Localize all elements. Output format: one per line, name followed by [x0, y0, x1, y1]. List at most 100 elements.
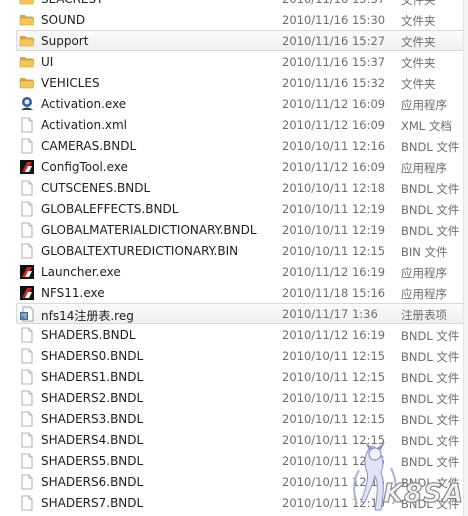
document-icon — [19, 138, 35, 154]
file-name: ConfigTool.exe — [41, 160, 128, 174]
file-modified-date: 2010/10/11 12:15 — [282, 349, 386, 363]
file-row[interactable]: Activation.exe 2010/11/12 16:09 应用程序 — [16, 93, 466, 114]
file-modified-date: 2010/10/11 12:19 — [282, 202, 386, 216]
file-row[interactable]: GLOBALTEXTUREDICTIONARY.BIN 2010/10/11 12… — [16, 240, 466, 261]
file-name: SHADERS.BNDL — [41, 328, 136, 342]
folder-icon — [19, 54, 35, 70]
file-name: CAMERAS.BNDL — [41, 139, 137, 153]
vertical-scrollbar[interactable] — [463, 0, 468, 516]
file-type: BNDL 文件 — [401, 413, 460, 427]
file-name: SHADERS5.BNDL — [41, 454, 144, 468]
file-name: SEACREST — [41, 0, 103, 6]
file-type: XML 文档 — [401, 119, 452, 133]
file-type: BNDL 文件 — [401, 140, 460, 154]
document-icon — [19, 369, 35, 385]
file-type: 文件夹 — [401, 35, 436, 49]
file-name: SHADERS4.BNDL — [41, 433, 144, 447]
file-modified-date: 2010/11/16 15:37 — [282, 55, 386, 69]
watermark: K8SA — [353, 442, 464, 511]
file-row[interactable]: GLOBALMATERIALDICTIONARY.BNDL 2010/10/11 … — [16, 219, 466, 240]
file-type: 应用程序 — [401, 266, 447, 280]
folder-icon — [19, 12, 35, 28]
file-row[interactable]: VEHICLES 2010/11/16 15:32 文件夹 — [16, 72, 466, 93]
document-icon — [19, 432, 35, 448]
file-modified-date: 2010/11/17 1:36 — [282, 307, 378, 321]
file-modified-date: 2010/11/12 16:19 — [282, 328, 386, 342]
file-modified-date: 2010/11/16 15:27 — [282, 34, 386, 48]
folder-icon — [19, 33, 35, 49]
file-row[interactable]: SHADERS3.BNDL 2010/10/11 12:15 BNDL 文件 — [16, 408, 466, 429]
document-icon — [19, 390, 35, 406]
file-type: BNDL 文件 — [401, 329, 460, 343]
file-name: UI — [41, 55, 54, 69]
nfs-exe-icon — [19, 159, 35, 175]
file-type: 应用程序 — [401, 287, 447, 301]
file-modified-date: 2010/11/18 15:16 — [282, 286, 386, 300]
folder-icon — [19, 0, 35, 7]
file-type: 应用程序 — [401, 161, 447, 175]
file-name: SHADERS6.BNDL — [41, 475, 144, 489]
file-name: Activation.xml — [41, 118, 128, 132]
file-row[interactable]: CUTSCENES.BNDL 2010/10/11 12:18 BNDL 文件 — [16, 177, 466, 198]
file-row[interactable]: SEACREST 2010/11/16 15:37 文件夹 — [16, 0, 466, 9]
file-name: SOUND — [41, 13, 86, 27]
registry-file-icon — [19, 306, 35, 322]
file-row[interactable]: SHADERS1.BNDL 2010/10/11 12:15 BNDL 文件 — [16, 366, 466, 387]
file-type: 文件夹 — [401, 56, 436, 70]
file-type: BNDL 文件 — [401, 350, 460, 364]
document-icon — [19, 495, 35, 511]
file-list: SEACREST 2010/11/16 15:37 文件夹 SOUND 2010/11/… — [0, 0, 468, 513]
file-type: 文件夹 — [401, 77, 436, 91]
activation-exe-icon — [19, 96, 35, 112]
file-row[interactable]: SHADERS.BNDL 2010/11/12 16:19 BNDL 文件 — [16, 324, 466, 345]
document-icon — [19, 117, 35, 133]
file-modified-date: 2010/10/11 12:15 — [282, 244, 386, 258]
document-icon — [19, 411, 35, 427]
file-type: 注册表项 — [401, 308, 447, 322]
document-icon — [19, 180, 35, 196]
file-row[interactable]: ConfigTool.exe 2010/11/12 16:09 应用程序 — [16, 156, 466, 177]
file-row[interactable]: SHADERS2.BNDL 2010/10/11 12:15 BNDL 文件 — [16, 387, 466, 408]
file-row[interactable]: SOUND 2010/11/16 15:30 文件夹 — [16, 9, 466, 30]
file-type: 文件夹 — [401, 14, 436, 28]
file-row[interactable]: UI 2010/11/16 15:37 文件夹 — [16, 51, 466, 72]
file-row[interactable]: Support 2010/11/16 15:27 文件夹 — [16, 30, 466, 51]
file-modified-date: 2010/10/11 12:16 — [282, 139, 386, 153]
file-modified-date: 2010/11/16 15:30 — [282, 13, 386, 27]
file-modified-date: 2010/11/12 16:09 — [282, 118, 386, 132]
file-modified-date: 2010/11/16 15:37 — [282, 0, 385, 6]
document-icon — [19, 243, 35, 259]
file-row[interactable]: GLOBALEFFECTS.BNDL 2010/10/11 12:19 BNDL 文… — [16, 198, 466, 219]
file-row[interactable]: Activation.xml 2010/11/12 16:09 XML 文档 — [16, 114, 466, 135]
file-modified-date: 2010/10/11 12:18 — [282, 181, 386, 195]
nfs-exe-icon — [19, 285, 35, 301]
file-name: Launcher.exe — [41, 265, 121, 279]
watermark-text: K8SA — [383, 479, 464, 509]
file-modified-date: 2010/11/12 16:09 — [282, 97, 386, 111]
document-icon — [19, 327, 35, 343]
file-name: SHADERS1.BNDL — [41, 370, 144, 384]
file-row[interactable]: NFS11.exe 2010/11/18 15:16 应用程序 — [16, 282, 466, 303]
file-row[interactable]: CAMERAS.BNDL 2010/10/11 12:16 BNDL 文件 — [16, 135, 466, 156]
file-name: GLOBALEFFECTS.BNDL — [41, 202, 179, 216]
file-row[interactable]: SHADERS0.BNDL 2010/10/11 12:15 BNDL 文件 — [16, 345, 466, 366]
file-modified-date: 2010/10/11 12:15 — [282, 370, 386, 384]
file-name: SHADERS3.BNDL — [41, 412, 144, 426]
file-name: Support — [41, 34, 89, 48]
file-type: BIN 文件 — [401, 245, 448, 259]
file-name: Activation.exe — [41, 97, 127, 111]
document-icon — [19, 453, 35, 469]
document-icon — [19, 201, 35, 217]
document-icon — [19, 474, 35, 490]
file-modified-date: 2010/10/11 12:15 — [282, 391, 386, 405]
file-row[interactable]: nfs14注册表.reg 2010/11/17 1:36 注册表项 — [16, 303, 466, 324]
file-modified-date: 2010/11/12 16:19 — [282, 265, 386, 279]
file-modified-date: 2010/10/11 12:15 — [282, 412, 386, 426]
file-type: 文件夹 — [401, 0, 436, 7]
folder-icon — [19, 75, 35, 91]
file-type: BNDL 文件 — [401, 392, 460, 406]
file-row[interactable]: Launcher.exe 2010/11/12 16:19 应用程序 — [16, 261, 466, 282]
file-modified-date: 2010/11/16 15:32 — [282, 76, 386, 90]
file-type: BNDL 文件 — [401, 182, 460, 196]
file-type: BNDL 文件 — [401, 371, 460, 385]
